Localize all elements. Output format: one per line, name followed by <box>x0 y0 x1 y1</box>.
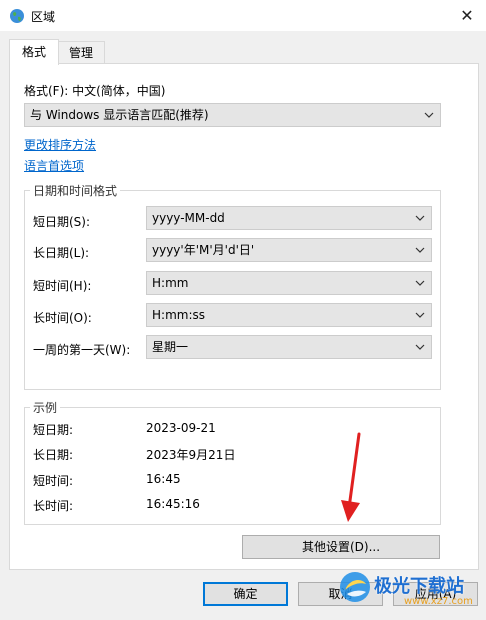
site-watermark: 极光下载站 www.xz7.com <box>338 566 486 620</box>
long-time-dropdown[interactable]: H:mm:ss <box>146 303 432 327</box>
watermark-url: www.xz7.com <box>404 596 473 607</box>
long-time-label: 长时间(O): <box>33 311 92 325</box>
watermark-logo-icon <box>340 572 370 602</box>
red-arrow-annotation <box>341 432 361 522</box>
close-button[interactable]: ✕ <box>455 5 479 27</box>
first-day-dropdown[interactable]: 星期一 <box>146 335 432 359</box>
examples-group <box>24 407 441 525</box>
other-settings-button[interactable]: 其他设置(D)... <box>242 535 440 559</box>
ok-button[interactable]: 确定 <box>203 582 288 606</box>
tab-format[interactable]: 格式 <box>9 39 59 65</box>
globe-icon <box>10 9 24 23</box>
window-title: 区域 <box>31 10 56 24</box>
long-date-dropdown[interactable]: yyyy'年'M'月'd'日' <box>146 238 432 262</box>
example-long-date-label: 长日期: <box>33 448 74 462</box>
example-short-time-value: 16:45 <box>146 472 181 486</box>
long-date-label: 长日期(L): <box>33 246 90 260</box>
chevron-down-icon <box>415 344 425 350</box>
long-date-value: yyyy'年'M'月'd'日' <box>152 243 255 257</box>
format-dropdown-value: 与 Windows 显示语言匹配(推荐) <box>30 108 209 122</box>
chevron-down-icon <box>415 215 425 221</box>
chevron-down-icon <box>424 112 434 118</box>
title-bar: 区域 ✕ <box>0 0 486 31</box>
short-date-value: yyyy-MM-dd <box>152 211 225 225</box>
watermark-text: 极光下载站 <box>374 576 464 597</box>
datetime-group-title: 日期和时间格式 <box>30 182 121 199</box>
short-date-dropdown[interactable]: yyyy-MM-dd <box>146 206 432 230</box>
example-long-date-value: 2023年9月21日 <box>146 448 236 462</box>
format-dropdown[interactable]: 与 Windows 显示语言匹配(推荐) <box>24 103 441 127</box>
chevron-down-icon <box>415 247 425 253</box>
examples-group-title: 示例 <box>30 399 61 416</box>
chevron-down-icon <box>415 280 425 286</box>
format-label: 格式(F): 中文(简体，中国) <box>24 84 166 98</box>
short-time-dropdown[interactable]: H:mm <box>146 271 432 295</box>
example-short-time-label: 短时间: <box>33 474 74 488</box>
first-day-label: 一周的第一天(W): <box>33 343 131 357</box>
language-preferences-link[interactable]: 语言首选项 <box>24 157 84 174</box>
short-date-label: 短日期(S): <box>33 215 91 229</box>
short-time-value: H:mm <box>152 276 189 290</box>
example-long-time-value: 16:45:16 <box>146 497 200 511</box>
change-sort-link[interactable]: 更改排序方法 <box>24 136 96 153</box>
first-day-value: 星期一 <box>152 340 189 354</box>
tab-admin[interactable]: 管理 <box>57 41 105 64</box>
chevron-down-icon <box>415 312 425 318</box>
example-long-time-label: 长时间: <box>33 499 74 513</box>
short-time-label: 短时间(H): <box>33 279 92 293</box>
long-time-value: H:mm:ss <box>152 308 205 322</box>
example-short-date-value: 2023-09-21 <box>146 421 216 435</box>
example-short-date-label: 短日期: <box>33 423 74 437</box>
